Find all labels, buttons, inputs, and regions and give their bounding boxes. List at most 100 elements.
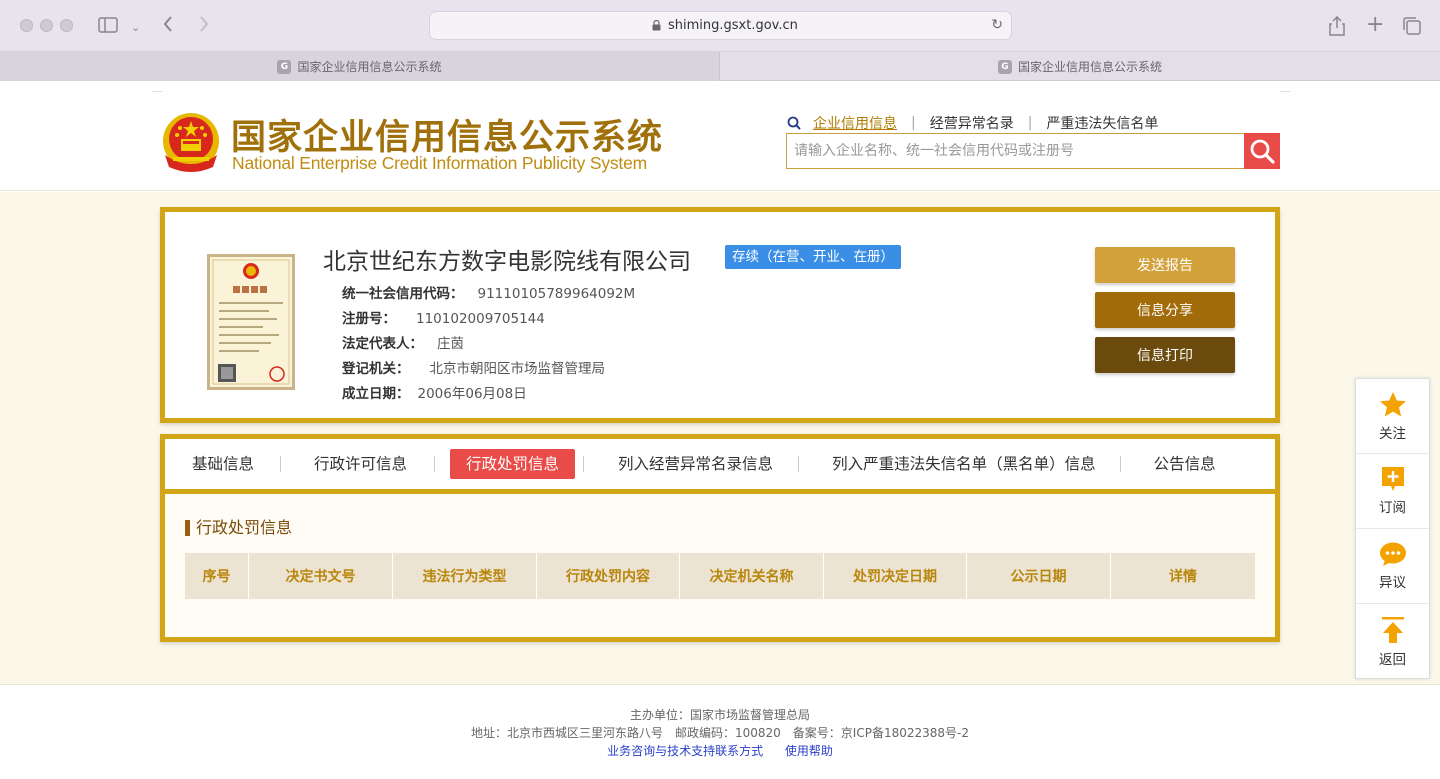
tab-overview-icon[interactable] — [1403, 17, 1421, 39]
info-row-reg-authority: 登记机关： 北京市朝阳区市场监督管理局 — [342, 357, 605, 377]
site-footer: 主办单位：国家市场监督管理总局 地址：北京市西城区三里河东路八号 邮政编码：10… — [0, 684, 1440, 779]
share-info-button[interactable]: 信息分享 — [1095, 292, 1235, 328]
tab-divider — [798, 456, 800, 472]
browser-tab-1[interactable]: G 国家企业信用信息公示系统 — [0, 52, 720, 81]
reload-icon[interactable]: ↻ — [991, 17, 1003, 33]
company-summary-panel: 北京世纪东方数字电影院线有限公司 存续（在营、开业、在册） 统一社会信用代码： 9… — [160, 207, 1280, 423]
objection-label: 异议 — [1379, 574, 1406, 591]
field-label: 登记机关： — [342, 361, 410, 377]
browser-tab-label: 国家企业信用信息公示系统 — [1017, 60, 1162, 74]
field-value: 北京市朝阳区市场监督管理局 — [429, 361, 606, 377]
nav-blacklist[interactable]: 严重违法失信名单 — [1046, 113, 1158, 133]
divider — [152, 91, 162, 92]
send-report-button[interactable]: 发送报告 — [1095, 247, 1235, 283]
nav-separator: | — [1027, 115, 1033, 131]
info-row-credit-code: 统一社会信用代码： 91110105789964092M — [342, 282, 635, 302]
field-label: 统一社会信用代码： — [342, 286, 464, 302]
info-row-reg-number: 注册号： 110102009705144 — [342, 307, 545, 327]
footer-links: 业务咨询与技术支持联系方式 使用帮助 — [0, 742, 1440, 759]
tab-admin-license[interactable]: 行政许可信息 — [298, 449, 423, 479]
site-title-english: National Enterprise Credit Information P… — [232, 153, 648, 173]
penalty-content: 行政处罚信息 序号 决定书文号 违法行为类型 行政处罚内容 决定机关名称 处罚决… — [165, 494, 1275, 637]
back-top-icon — [1381, 616, 1404, 643]
footer-host: 主办单位：国家市场监督管理总局 — [629, 708, 810, 722]
nav-abnormal-list[interactable]: 经营异常名录 — [930, 113, 1014, 133]
sidebar-toggle-icon[interactable] — [98, 17, 118, 37]
tab-divider — [583, 456, 585, 472]
nav-enterprise-credit[interactable]: 企业信用信息 — [813, 113, 897, 133]
column-header: 详情 — [1169, 569, 1197, 585]
field-value: 庄茵 — [437, 336, 464, 352]
info-row-established: 成立日期： 2006年06月08日 — [342, 382, 527, 402]
subscribe-icon — [1381, 467, 1404, 491]
field-label: 法定代表人： — [342, 336, 423, 352]
national-emblem-logo — [163, 113, 219, 172]
column-header: 处罚决定日期 — [824, 553, 967, 599]
back-to-top-label: 返回 — [1379, 651, 1406, 668]
objection-button[interactable]: 异议 — [1356, 529, 1429, 604]
site-header: 国家企业信用信息公示系统 National Enterprise Credit … — [0, 81, 1440, 191]
tab-announcements[interactable]: 公告信息 — [1138, 449, 1232, 479]
follow-button[interactable]: 关注 — [1356, 379, 1429, 454]
field-label: 注册号： — [342, 311, 396, 327]
penalty-table-header: 序号 决定书文号 违法行为类型 行政处罚内容 决定机关名称 处罚决定日期 公示日… — [185, 553, 1255, 599]
tab-divider — [1119, 456, 1121, 472]
favicon-icon: G — [997, 59, 1012, 74]
search-field-wrapper — [786, 133, 1246, 169]
field-value: 110102009705144 — [416, 311, 545, 327]
tab-abnormal-list[interactable]: 列入经营异常名录信息 — [602, 449, 789, 479]
follow-label: 关注 — [1379, 425, 1406, 442]
browser-tabbar: G 国家企业信用信息公示系统 G 国家企业信用信息公示系统 — [0, 52, 1440, 81]
column-header: 序号 — [185, 553, 249, 599]
chevron-down-icon[interactable]: ⌄ — [131, 19, 140, 37]
close-window-button[interactable] — [20, 19, 33, 32]
help-link[interactable]: 使用帮助 — [785, 744, 833, 758]
column-header: 决定书文号 — [249, 553, 393, 599]
floating-toolbar: 关注 订阅 异议 返回 — [1355, 378, 1430, 679]
zoom-window-button[interactable] — [60, 19, 73, 32]
tab-admin-penalty[interactable]: 行政处罚信息 — [450, 449, 576, 479]
detail-tabs: 基础信息 行政许可信息 行政处罚信息 列入经营异常名录信息 列入严重违法失信名单… — [165, 439, 1275, 494]
subscribe-button[interactable]: 订阅 — [1356, 454, 1429, 529]
back-button[interactable] — [162, 15, 174, 37]
detail-tabs-panel: 基础信息 行政许可信息 行政处罚信息 列入经营异常名录信息 列入严重违法失信名单… — [160, 434, 1280, 642]
tab-basic-info[interactable]: 基础信息 — [176, 449, 270, 479]
lock-icon — [652, 20, 661, 31]
field-label: 成立日期： — [342, 386, 410, 402]
search-icon — [1250, 139, 1275, 164]
footer-address: 地址：北京市西城区三里河东路八号 邮政编码：100820 备案号：京ICP备18… — [470, 726, 969, 740]
search-icon — [787, 116, 801, 130]
address-bar[interactable]: shiming.gsxt.gov.cn ↻ — [429, 11, 1012, 40]
nav-separator: | — [911, 115, 916, 131]
info-row-legal-rep: 法定代表人： 庄茵 — [342, 332, 464, 352]
tab-divider — [434, 456, 436, 472]
search-button[interactable] — [1244, 133, 1280, 169]
section-title: 行政处罚信息 — [185, 520, 292, 536]
column-header: 公示日期 — [967, 553, 1111, 599]
business-license-thumbnail[interactable] — [207, 254, 295, 390]
minimize-window-button[interactable] — [40, 19, 53, 32]
status-badge: 存续（在营、开业、在册） — [725, 245, 901, 269]
search-input[interactable] — [787, 134, 1246, 168]
field-value: 91110105789964092M — [477, 286, 636, 302]
star-icon — [1379, 391, 1406, 416]
back-to-top-button[interactable]: 返回 — [1356, 604, 1429, 679]
license-title-text — [231, 284, 271, 295]
url-text: shiming.gsxt.gov.cn — [668, 18, 798, 33]
subscribe-label: 订阅 — [1379, 500, 1406, 516]
column-header: 违法行为类型 — [393, 553, 537, 599]
browser-tab-label: 国家企业信用信息公示系统 — [297, 60, 442, 74]
chat-icon — [1379, 542, 1406, 566]
print-info-button[interactable]: 信息打印 — [1095, 337, 1235, 373]
divider — [1280, 91, 1290, 92]
field-value: 2006年06月08日 — [417, 386, 527, 402]
forward-button[interactable] — [198, 15, 210, 37]
browser-tab-2[interactable]: G 国家企业信用信息公示系统 — [720, 52, 1440, 81]
tab-blacklist[interactable]: 列入严重违法失信名单（黑名单）信息 — [816, 449, 1112, 479]
new-tab-icon[interactable]: + — [1366, 14, 1384, 36]
column-header: 决定机关名称 — [680, 553, 824, 599]
support-contact-link[interactable]: 业务咨询与技术支持联系方式 — [607, 744, 763, 758]
tab-divider — [280, 456, 282, 472]
share-icon[interactable] — [1329, 15, 1345, 40]
browser-titlebar: ⌄ shiming.gsxt.gov.cn ↻ + — [0, 0, 1440, 52]
